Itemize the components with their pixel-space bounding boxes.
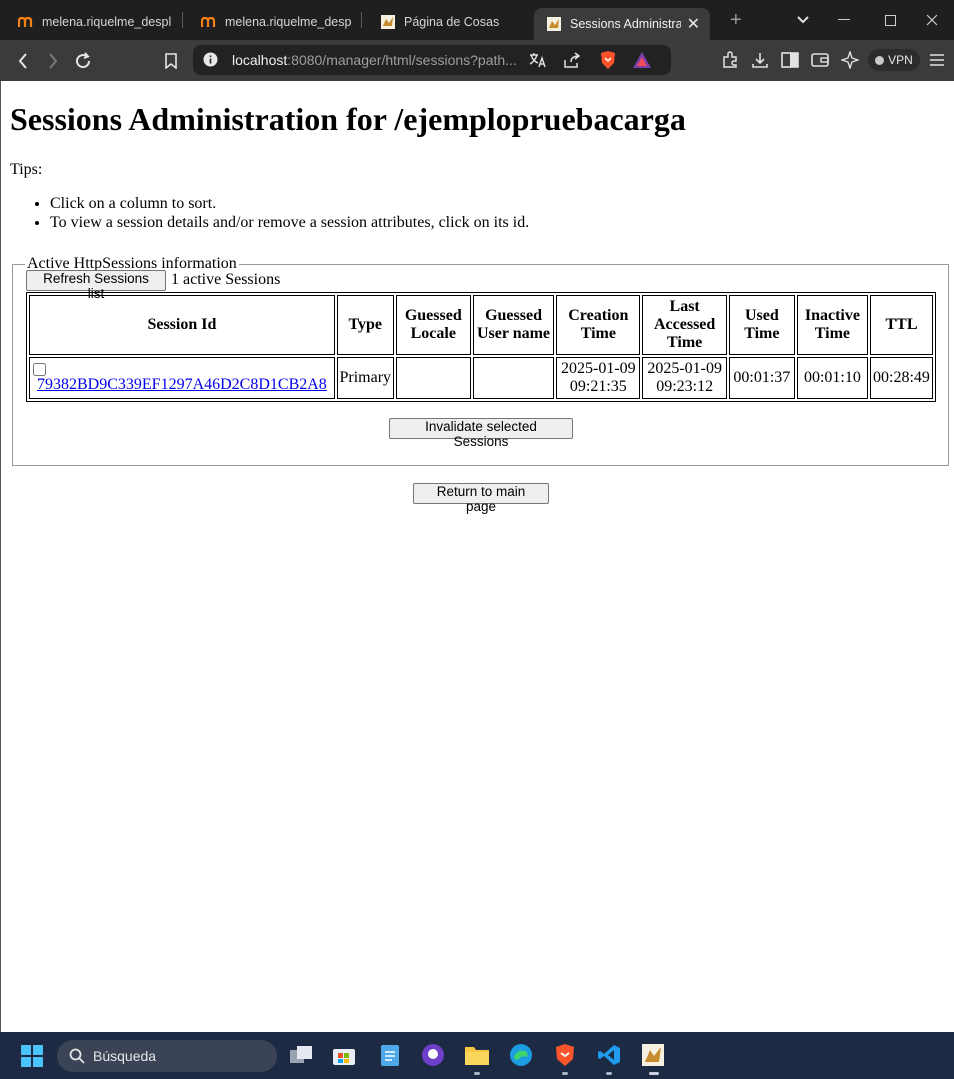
share-icon[interactable] bbox=[560, 48, 584, 72]
bookmark-icon[interactable] bbox=[156, 40, 186, 81]
menu-icon[interactable] bbox=[925, 48, 949, 72]
column-header-inactive-time[interactable]: Inactive Time bbox=[796, 295, 868, 355]
wallet-icon[interactable] bbox=[808, 48, 832, 72]
column-header-used-time[interactable]: Used Time bbox=[728, 295, 795, 355]
tomcat-taskbar-icon[interactable] bbox=[640, 1042, 666, 1068]
column-header-last-accessed[interactable]: Last Accessed Time bbox=[642, 295, 727, 355]
creation-time-cell: 2025-01-09 09:21:35 bbox=[556, 357, 641, 399]
running-indicator bbox=[474, 1072, 480, 1075]
sidebar-icon[interactable] bbox=[778, 48, 802, 72]
column-header-ttl[interactable]: TTL bbox=[869, 295, 933, 355]
guessed-user-cell bbox=[472, 357, 555, 399]
column-header-type[interactable]: Type bbox=[336, 295, 394, 355]
new-tab-icon[interactable]: + bbox=[730, 9, 742, 32]
session-id-link[interactable]: 79382BD9C339EF1297A46D2C8D1CB2A8 bbox=[37, 376, 327, 393]
running-indicator bbox=[606, 1072, 612, 1075]
browser-tab-active[interactable]: Sessions Administra ✕ bbox=[534, 8, 710, 40]
column-header-session-id[interactable]: Session Id bbox=[29, 295, 335, 355]
back-icon[interactable] bbox=[8, 40, 38, 81]
last-accessed-clock: 09:23:12 bbox=[656, 378, 714, 395]
windows-start-icon[interactable] bbox=[21, 1045, 43, 1067]
vpn-label: VPN bbox=[888, 53, 913, 67]
moodle-icon bbox=[18, 14, 34, 30]
tips-label: Tips: bbox=[10, 161, 43, 178]
used-time-cell: 00:01:37 bbox=[728, 357, 795, 399]
reload-icon[interactable] bbox=[68, 40, 98, 81]
close-tab-icon[interactable]: ✕ bbox=[681, 14, 700, 34]
tomcat-icon bbox=[380, 14, 396, 30]
last-accessed-cell: 2025-01-09 09:23:12 bbox=[642, 357, 727, 399]
search-label: Búsqueda bbox=[93, 1048, 157, 1064]
table-header-row: Session Id Type Guessed Locale Guessed U… bbox=[29, 295, 933, 355]
sessions-table: Session Id Type Guessed Locale Guessed U… bbox=[26, 292, 936, 402]
extensions-icon[interactable] bbox=[718, 48, 742, 72]
tab-label: melena.riquelme_desplie bbox=[225, 15, 351, 29]
return-main-page-button[interactable]: Return to main page bbox=[413, 483, 549, 514]
guessed-locale-cell bbox=[395, 357, 471, 399]
column-header-creation-time[interactable]: Creation Time bbox=[556, 295, 641, 355]
running-indicator bbox=[562, 1072, 568, 1075]
url-host: localhost bbox=[232, 52, 288, 68]
tip-item: To view a session details and/or remove … bbox=[50, 213, 529, 232]
minimize-icon[interactable] bbox=[821, 0, 867, 40]
vscode-icon[interactable] bbox=[596, 1042, 622, 1068]
browser-tab[interactable]: melena.riquelme_desplie bbox=[0, 6, 182, 38]
download-icon[interactable] bbox=[748, 48, 772, 72]
active-sessions-count: 1 active Sessions bbox=[171, 271, 281, 288]
notepad-icon[interactable] bbox=[377, 1042, 403, 1068]
maximize-icon[interactable] bbox=[867, 0, 913, 40]
microsoft-store-icon[interactable] bbox=[331, 1042, 357, 1068]
ttl-cell: 00:28:49 bbox=[869, 357, 933, 399]
table-row: 79382BD9C339EF1297A46D2C8D1CB2A8 Primary… bbox=[29, 357, 933, 399]
brave-rewards-icon[interactable] bbox=[630, 48, 654, 72]
session-type-cell: Primary bbox=[336, 357, 394, 399]
leo-ai-icon[interactable] bbox=[838, 48, 862, 72]
search-icon bbox=[69, 1048, 85, 1064]
tomcat-icon bbox=[546, 16, 562, 32]
translate-icon[interactable] bbox=[526, 48, 550, 72]
brave-shields-icon[interactable] bbox=[596, 48, 620, 72]
invalidate-sessions-button[interactable]: Invalidate selected Sessions bbox=[389, 418, 573, 449]
file-explorer-icon[interactable] bbox=[464, 1042, 490, 1068]
page-title: Sessions Administration for /ejemploprue… bbox=[10, 101, 686, 137]
column-header-guessed-locale[interactable]: Guessed Locale bbox=[395, 295, 471, 355]
page-content: Sessions Administration for /ejemploprue… bbox=[0, 81, 954, 1032]
tab-label: Sessions Administra bbox=[570, 17, 681, 31]
vpn-status-icon bbox=[875, 55, 885, 65]
url-text: localhost:8080/manager/html/sessions?pat… bbox=[232, 52, 517, 68]
tab-search-chevron-icon[interactable] bbox=[780, 0, 826, 40]
creation-clock: 09:21:35 bbox=[569, 378, 627, 395]
edge-icon[interactable] bbox=[508, 1042, 534, 1068]
tab-label: Página de Cosas bbox=[404, 15, 500, 29]
brave-browser-icon[interactable] bbox=[552, 1042, 578, 1068]
session-select-checkbox[interactable] bbox=[33, 362, 46, 376]
column-header-guessed-user[interactable]: Guessed User name bbox=[472, 295, 555, 355]
session-id-cell: 79382BD9C339EF1297A46D2C8D1CB2A8 bbox=[29, 357, 335, 399]
forward-icon[interactable] bbox=[38, 40, 68, 81]
github-desktop-icon[interactable] bbox=[420, 1042, 446, 1068]
task-view-icon[interactable] bbox=[288, 1042, 314, 1068]
tip-item: Click on a column to sort. bbox=[50, 194, 529, 213]
browser-tab[interactable]: Página de Cosas bbox=[362, 6, 534, 38]
tips-list: Click on a column to sort. To view a ses… bbox=[10, 194, 529, 232]
taskbar-search[interactable]: Búsqueda bbox=[57, 1040, 277, 1072]
running-indicator-active bbox=[649, 1072, 659, 1075]
inactive-time-cell: 00:01:10 bbox=[796, 357, 868, 399]
browser-tab[interactable]: melena.riquelme_desplie bbox=[183, 6, 361, 38]
last-accessed-date: 2025-01-09 bbox=[647, 360, 722, 377]
site-info-icon[interactable] bbox=[203, 52, 218, 72]
moodle-icon bbox=[201, 14, 217, 30]
close-window-icon[interactable] bbox=[910, 0, 954, 40]
refresh-sessions-button[interactable]: Refresh Sessions list bbox=[26, 270, 166, 301]
vpn-button[interactable]: VPN bbox=[868, 49, 920, 71]
creation-date: 2025-01-09 bbox=[560, 360, 636, 377]
tab-label: melena.riquelme_desplie bbox=[42, 15, 172, 29]
url-path: :8080/manager/html/sessions?path... bbox=[287, 52, 517, 68]
